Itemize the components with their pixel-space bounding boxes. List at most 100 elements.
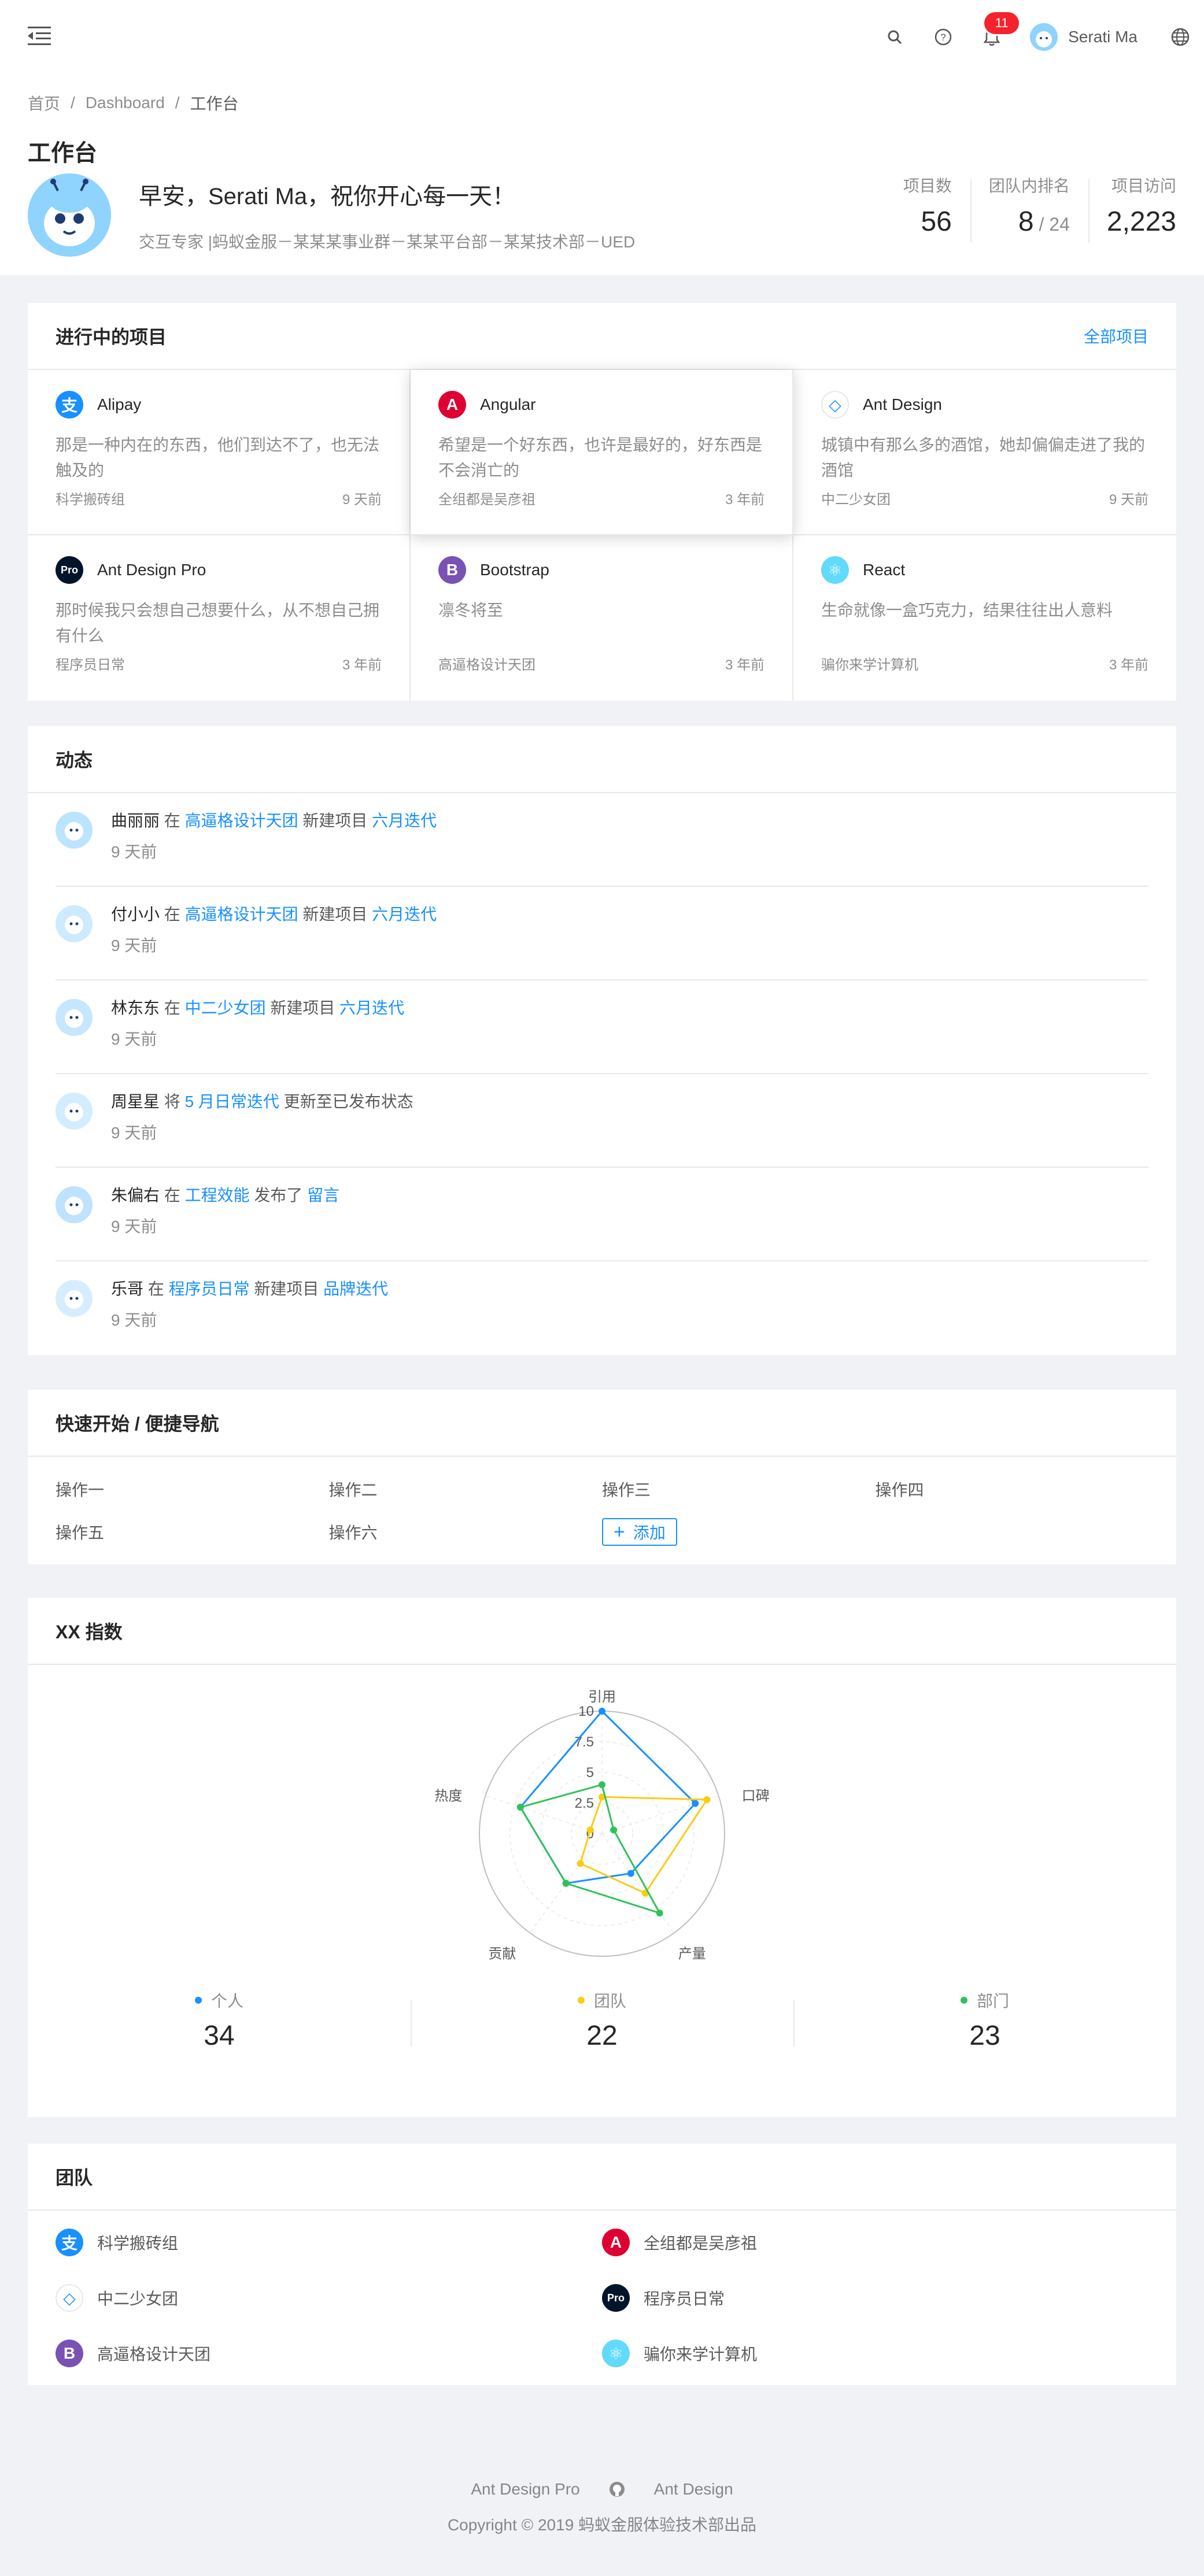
svg-text:?: ? xyxy=(940,32,946,43)
radar-tick-label: 10 xyxy=(578,1704,594,1719)
activity-time: 9 天前 xyxy=(111,1311,157,1329)
stats-block: 项目数 56 团队内排名 8 / 24 项目访问 2,223 xyxy=(885,173,1176,243)
activity-group-link[interactable]: 高逼格设计天团 xyxy=(185,905,298,923)
team-item[interactable]: ⚛ 骗你来学计算机 xyxy=(602,2339,1148,2368)
project-group[interactable]: 科学搬砖组 xyxy=(56,488,125,508)
projects-card: 进行中的项目 全部项目 支 Alipay 那是一种内在的东西，他们到达不了，也无法触… xyxy=(28,303,1176,701)
activity-user[interactable]: 朱偏右 xyxy=(111,1186,160,1204)
activity-project-link[interactable]: 六月迭代 xyxy=(339,999,404,1017)
project-card[interactable]: 支 Alipay 那是一种内在的东西，他们到达不了，也无法触及的 科学搬砖组 9 天前 xyxy=(28,370,411,535)
activity-user[interactable]: 曲丽丽 xyxy=(111,812,160,830)
team-name[interactable]: 骗你来学计算机 xyxy=(644,2342,757,2365)
team-item[interactable]: B 高逼格设计天团 xyxy=(56,2339,602,2368)
project-card[interactable]: A Angular 希望是一个好东西，也许是最好的，好东西是不会消亡的 全组都是吴彦祖… xyxy=(411,370,793,535)
team-item[interactable]: Pro 程序员日常 xyxy=(602,2283,1148,2312)
project-name[interactable]: Angular xyxy=(480,395,536,414)
project-group[interactable]: 程序员日常 xyxy=(56,653,125,673)
activity-user[interactable]: 周星星 xyxy=(111,1093,160,1111)
activity-user[interactable]: 付小小 xyxy=(111,905,160,923)
team-name[interactable]: 科学搬砖组 xyxy=(97,2231,178,2254)
team-name[interactable]: 中二少女团 xyxy=(97,2286,178,2309)
project-card[interactable]: B Bootstrap 凛冬将至 高逼格设计天团 3 年前 xyxy=(411,535,793,701)
project-card[interactable]: ⚛ React 生命就像一盒巧克力，结果往往出人意料 骗你来学计算机 3 年前 xyxy=(793,535,1176,701)
radar-axis-line xyxy=(601,1795,719,1834)
legend-dot xyxy=(194,1997,202,2004)
activity-group-link[interactable]: 工程效能 xyxy=(185,1186,250,1204)
quick-link[interactable]: 操作四 xyxy=(876,1476,1149,1502)
footer: Ant Design Pro Ant Design Copyright © 20… xyxy=(0,2480,1204,2536)
user-menu[interactable]: Serati Ma xyxy=(1030,23,1137,51)
radar-axis-label: 口碑 xyxy=(742,1788,770,1804)
activity-project-link[interactable]: 六月迭代 xyxy=(372,812,437,830)
quick-link[interactable]: 操作三 xyxy=(602,1476,876,1502)
activity-text: 新建项目 xyxy=(298,812,372,830)
project-group[interactable]: 骗你来学计算机 xyxy=(821,653,918,673)
activity-group-link[interactable]: 高逼格设计天团 xyxy=(185,812,298,830)
team-name[interactable]: 程序员日常 xyxy=(644,2286,725,2309)
quick-link[interactable]: 操作二 xyxy=(329,1476,603,1502)
activity-item: 付小小 在 高逼格设计天团 新建项目 六月迭代 9 天前 xyxy=(56,887,1148,980)
activity-time: 9 天前 xyxy=(111,1030,157,1048)
footer-link-pro[interactable]: Ant Design Pro xyxy=(471,2480,579,2499)
project-group[interactable]: 中二少女团 xyxy=(821,488,891,508)
team-item[interactable]: ◇ 中二少女团 xyxy=(56,2283,602,2312)
activity-project-link[interactable]: 留言 xyxy=(307,1186,339,1204)
quick-link[interactable]: 操作五 xyxy=(56,1519,329,1545)
quick-link[interactable]: 操作一 xyxy=(56,1476,329,1502)
project-name[interactable]: Bootstrap xyxy=(480,561,549,579)
globe-icon[interactable] xyxy=(1170,27,1190,47)
activity-project-link[interactable]: 六月迭代 xyxy=(372,905,437,923)
activity-group-link[interactable]: 程序员日常 xyxy=(169,1280,250,1298)
project-group[interactable]: 高逼格设计天团 xyxy=(438,653,535,673)
team-item[interactable]: A 全组都是吴彦祖 xyxy=(602,2228,1148,2257)
stat-value: 2,223 xyxy=(1106,206,1176,237)
project-group[interactable]: 全组都是吴彦祖 xyxy=(438,488,535,508)
notification-badge: 11 xyxy=(984,12,1020,34)
activity-text: 在 xyxy=(160,905,185,923)
project-card[interactable]: Pro Ant Design Pro 那时候我只会想自己想要什么，从不想自己拥有什么… xyxy=(28,535,411,701)
radar-axis-label: 热度 xyxy=(434,1788,462,1804)
activity-text: 将 xyxy=(160,1093,185,1111)
all-projects-link[interactable]: 全部项目 xyxy=(1084,324,1148,347)
activity-group-link[interactable]: 5 月日常迭代 xyxy=(185,1093,279,1111)
radar-data-point xyxy=(627,1870,634,1877)
project-name[interactable]: Ant Design xyxy=(863,395,942,414)
footer-link-antd[interactable]: Ant Design xyxy=(654,2480,733,2499)
radar-svg: 02.557.510引用口碑产量贡献热度 xyxy=(434,1689,770,1961)
projects-grid: 支 Alipay 那是一种内在的东西，他们到达不了，也无法触及的 科学搬砖组 9 天前 A… xyxy=(28,370,1176,701)
copyright: Copyright © 2019 蚂蚁金服体验技术部出品 xyxy=(447,2516,757,2534)
activity-user[interactable]: 乐哥 xyxy=(111,1280,143,1298)
team-item[interactable]: 支科学搬砖组 xyxy=(56,2228,602,2257)
project-card[interactable]: ◇ Ant Design 城镇中有那么多的酒馆，她却偏偏走进了我的酒馆 中二少女团 9 … xyxy=(793,370,1176,535)
bell-icon[interactable]: 11 xyxy=(982,12,1020,47)
card-title: XX 指数 xyxy=(56,1622,123,1642)
team-name[interactable]: 全组都是吴彦祖 xyxy=(644,2231,757,2254)
help-icon[interactable]: ? xyxy=(933,27,953,47)
project-name[interactable]: React xyxy=(863,561,905,579)
search-icon[interactable] xyxy=(885,27,904,47)
team-list: 支科学搬砖组 A 全组都是吴彦祖 ◇ 中二少女团 Pro 程序员日常 B 高逼格设计天团 ⚛ 骗你来… xyxy=(28,2211,1176,2385)
github-icon[interactable] xyxy=(609,2481,625,2497)
stat-rank: 团队内排名 8 / 24 xyxy=(970,173,1088,243)
team-name[interactable]: 高逼格设计天团 xyxy=(97,2342,210,2365)
menu-fold-icon[interactable] xyxy=(28,25,51,46)
add-link-button[interactable]: + 添加 xyxy=(602,1518,677,1546)
project-description: 生命就像一盒巧克力，结果往往出人意料 xyxy=(821,601,1113,619)
quick-links: 操作一 操作二 操作三 操作四操作五 操作六 + 添加 xyxy=(28,1457,1176,1564)
radar-data-point xyxy=(577,1860,584,1867)
activity-group-link[interactable]: 中二少女团 xyxy=(185,999,266,1017)
breadcrumb-home[interactable]: 首页 xyxy=(28,91,60,114)
legend-dot xyxy=(577,1997,585,2004)
avatar xyxy=(56,999,93,1036)
project-name[interactable]: Alipay xyxy=(97,395,141,414)
activity-time: 9 天前 xyxy=(111,1217,157,1235)
quick-link[interactable]: 操作六 xyxy=(329,1519,603,1545)
activity-project-link[interactable]: 品牌迭代 xyxy=(323,1280,388,1298)
radar-tick-label: 7.5 xyxy=(575,1734,594,1750)
activity-time: 9 天前 xyxy=(111,1124,157,1142)
card-title: 团队 xyxy=(56,2167,93,2188)
activity-user[interactable]: 林东东 xyxy=(111,999,160,1017)
stat-label: 项目数 xyxy=(903,177,952,195)
breadcrumb-dashboard[interactable]: Dashboard xyxy=(86,94,165,112)
project-name[interactable]: Ant Design Pro xyxy=(97,561,206,579)
